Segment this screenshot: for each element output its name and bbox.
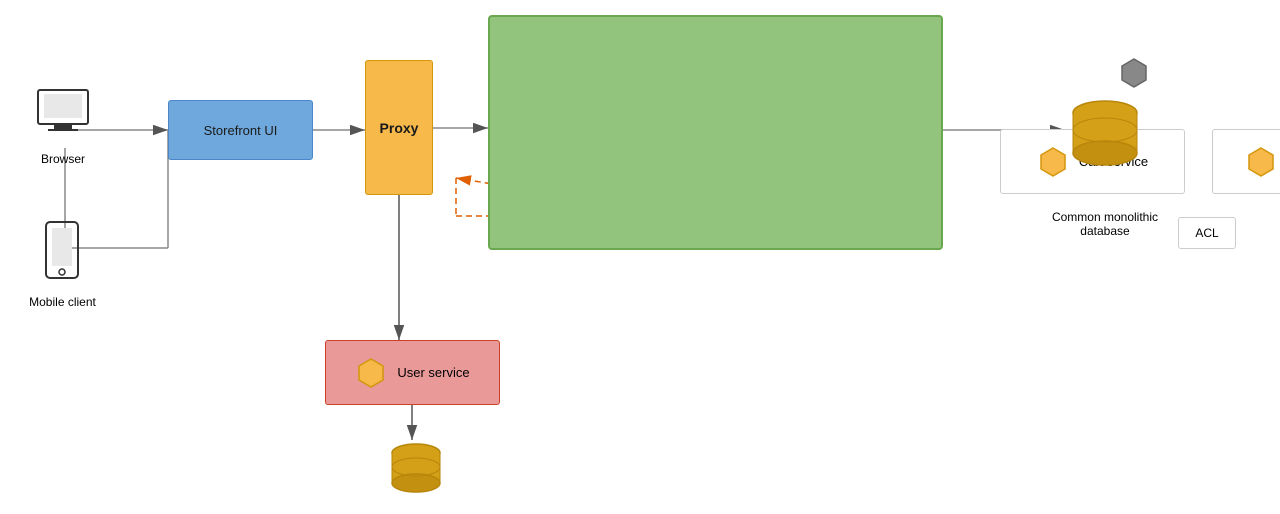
mobile-label: Mobile client: [20, 295, 105, 309]
storefront-ui-box: Storefront UI: [168, 100, 313, 160]
proxy-label: Proxy: [380, 120, 419, 136]
main-database-icon: [1065, 95, 1145, 180]
green-container: User service Cart service Account servic…: [488, 15, 943, 250]
user-service-bottom-label: User service: [397, 365, 469, 380]
user-service-top-label: User service: [1160, 66, 1237, 81]
account-service-box: Account service: [1212, 129, 1280, 194]
acl-box: ACL: [1178, 217, 1236, 249]
cart-hexagon-icon: [1037, 146, 1069, 178]
account-hexagon-icon: [1245, 146, 1277, 178]
mobile-icon: [35, 220, 89, 290]
storefront-label: Storefront UI: [204, 123, 278, 138]
gray-hexagon-icon: [1118, 57, 1150, 89]
proxy-box: Proxy: [365, 60, 433, 195]
bottom-database-icon: [386, 440, 446, 500]
user-service-bottom-box: User service: [325, 340, 500, 405]
user-service-hexagon-icon: [355, 357, 387, 389]
browser-icon: [28, 88, 98, 148]
architecture-diagram: Browser Mobile client Storefront UI Prox…: [0, 0, 1280, 514]
browser-label: Browser: [28, 152, 98, 166]
acl-label: ACL: [1195, 226, 1218, 240]
main-db-label: Common monolithic database: [1040, 210, 1170, 238]
